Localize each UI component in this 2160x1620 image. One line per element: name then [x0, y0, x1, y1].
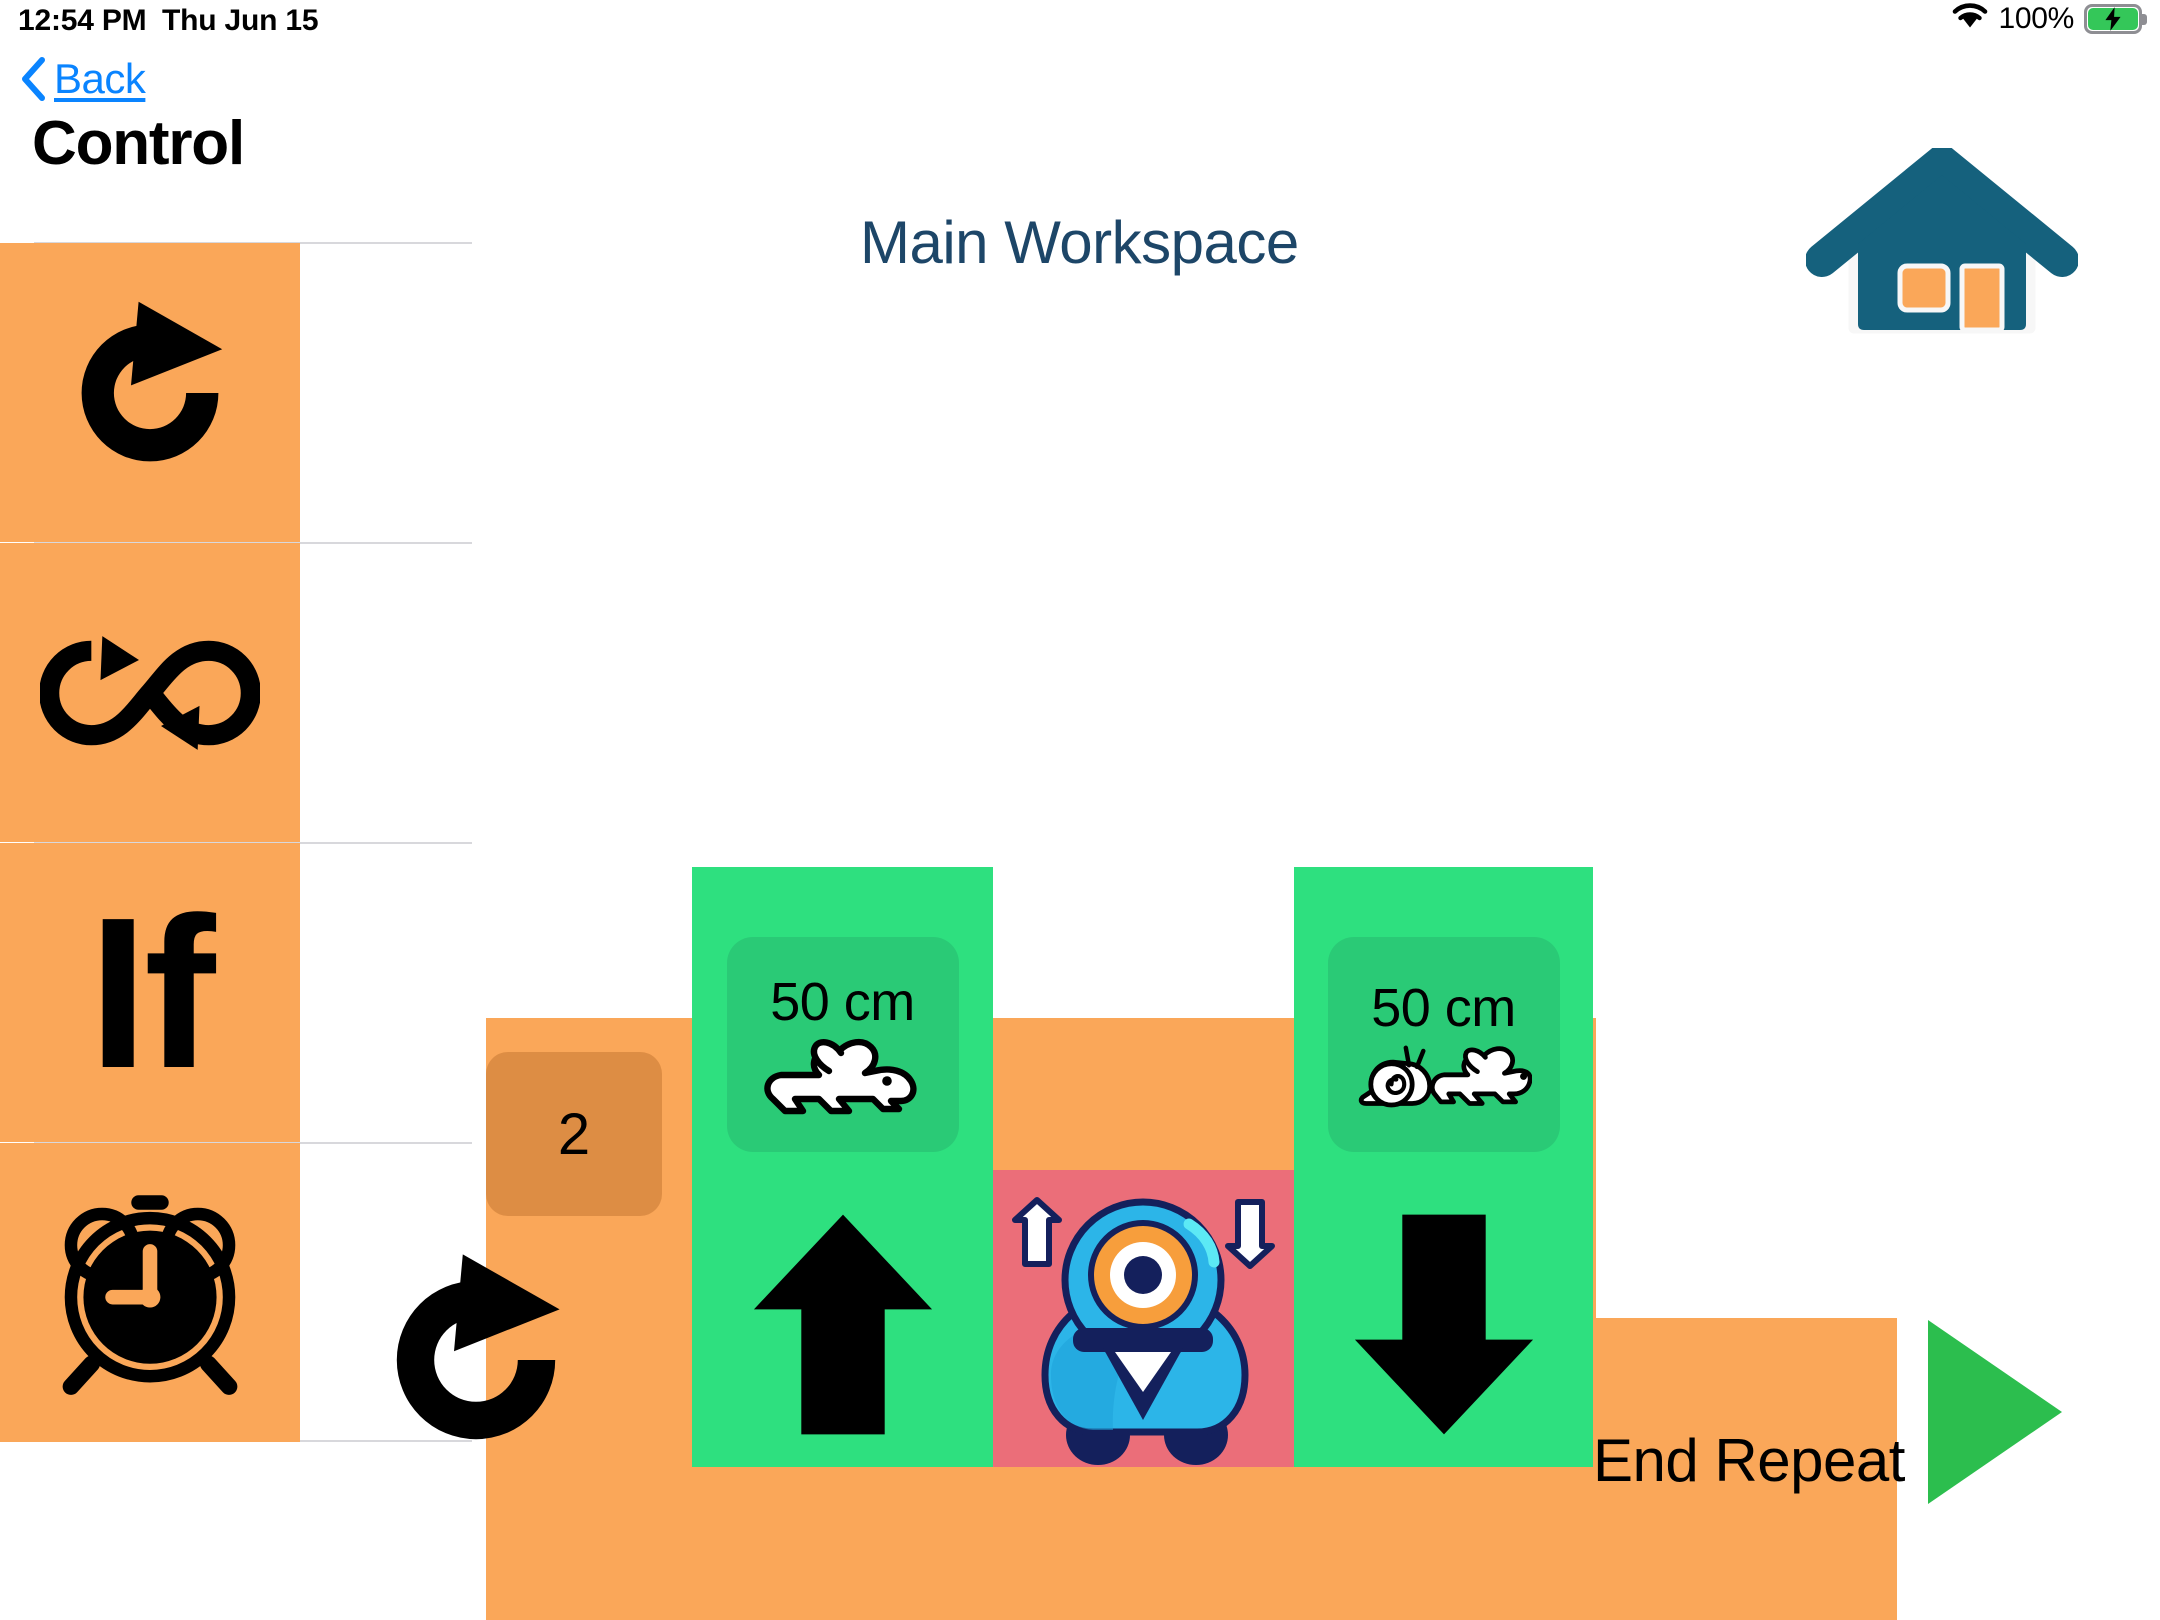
distance-value: 50 cm: [770, 971, 915, 1032]
battery-charging-icon: [2084, 4, 2147, 34]
battery-percent: 100%: [1998, 2, 2074, 35]
speed-medium-icon: [1356, 1043, 1532, 1113]
end-repeat-block[interactable]: End Repeat: [1593, 1318, 1905, 1620]
repeat-arrow-icon: [81, 301, 223, 461]
speed-fast-icon: [759, 1037, 927, 1119]
palette-row: If: [0, 842, 472, 1142]
sidebar-item-repeat-forever[interactable]: [0, 543, 300, 842]
status-bar-date: Thu Jun 15: [162, 4, 319, 37]
wifi-icon: [1952, 2, 1988, 36]
palette-row: [0, 542, 472, 842]
arrow-up-icon: [1012, 1197, 1062, 1267]
home-icon: [1805, 145, 2079, 334]
arrow-up-icon: [753, 1214, 932, 1435]
play-triangle-icon: [1928, 1320, 2062, 1504]
status-bar-time: 12:54 PM: [18, 4, 147, 37]
arrow-down-icon: [1225, 1199, 1275, 1269]
chevron-left-icon: [22, 57, 45, 101]
if-text-icon: If: [88, 871, 215, 1113]
alarm-clock-icon: [62, 1194, 238, 1395]
back-label: Back: [54, 55, 146, 102]
workspace-title: Main Workspace: [860, 209, 1299, 276]
drive-backward-block[interactable]: 50 cm: [1294, 867, 1593, 1467]
distance-speed-chip[interactable]: 50 cm: [1327, 937, 1560, 1152]
repeat-arrow-icon: [396, 1254, 560, 1440]
back-button[interactable]: Back: [20, 55, 146, 103]
status-bar-right: 100%: [1952, 2, 2147, 36]
distance-speed-chip[interactable]: 50 cm: [726, 937, 959, 1152]
app-root: 12:54 PM Thu Jun 15 100% Back Control If…: [0, 0, 2160, 1620]
sidebar-item-repeat[interactable]: [0, 243, 300, 542]
play-button[interactable]: [1928, 1320, 2062, 1504]
robot-block[interactable]: [993, 1170, 1294, 1467]
sidebar-item-wait[interactable]: [0, 1143, 300, 1442]
drive-forward-block[interactable]: 50 cm: [692, 867, 993, 1467]
end-repeat-label: End Repeat: [1593, 1427, 1905, 1494]
page-title: Control: [32, 109, 245, 178]
sidebar-item-if[interactable]: If: [0, 843, 300, 1142]
back-bar: Back: [0, 55, 470, 115]
distance-value: 50 cm: [1371, 977, 1516, 1038]
status-bar: 12:54 PM Thu Jun 15 100%: [0, 0, 2160, 46]
repeat-count-field[interactable]: 2: [486, 1052, 662, 1216]
home-button[interactable]: [1805, 145, 2079, 338]
arrow-down-icon: [1354, 1214, 1533, 1435]
palette-row: [0, 242, 472, 542]
dash-robot-icon: [1012, 1197, 1275, 1465]
infinity-loop-icon: [40, 635, 260, 750]
